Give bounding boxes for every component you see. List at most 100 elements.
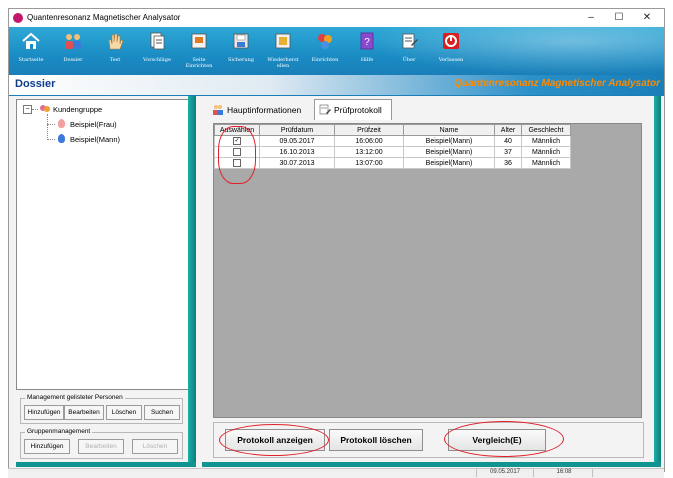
- protocol-icon: [319, 104, 331, 115]
- section-header: Dossier Quantenresonanz Magnetischer Ana…: [9, 75, 664, 96]
- toolbar-test[interactable]: Test: [97, 29, 133, 73]
- toolbar-label: Dossier: [63, 57, 83, 63]
- column-header[interactable]: Prüfzeit: [334, 124, 404, 136]
- toolbar-hilfe[interactable]: ? Hilfe: [349, 29, 385, 73]
- toolbar-label: Test: [109, 57, 121, 63]
- add-person-button[interactable]: Hinzufügen: [24, 405, 64, 420]
- toolbar-verlassen[interactable]: Verlassen: [433, 29, 469, 73]
- toolbar-label: Hilfe: [360, 57, 374, 63]
- toolbar-startseite[interactable]: Startseite: [13, 29, 49, 73]
- maximize-button[interactable]: ☐: [605, 10, 633, 26]
- protocol-table: Auswählen Prüfdatum Prüfzeit Name Alter …: [214, 124, 571, 169]
- toolbar-label: Wiederherst ellen: [267, 57, 299, 69]
- status-date: 09.05.2017: [476, 469, 534, 477]
- home-icon: [22, 32, 40, 49]
- male-icon: [58, 134, 65, 143]
- document-icon: [150, 32, 165, 50]
- people-icon: [65, 34, 81, 49]
- help-icon: ?: [360, 32, 374, 50]
- settings-icon: [318, 34, 332, 49]
- cell-name: Beispiel(Mann): [403, 135, 495, 147]
- annotation-circle: [444, 421, 564, 457]
- app-logo-icon: [13, 13, 23, 23]
- cell-gender: Männlich: [521, 135, 571, 147]
- cell-time: 13:07:00: [334, 157, 404, 169]
- table-row[interactable]: ✓ 09.05.2017 16:06:00 Beispiel(Mann) 40 …: [214, 135, 571, 147]
- tab-label: Hauptinformationen: [227, 105, 302, 115]
- close-button[interactable]: ✕: [633, 10, 661, 26]
- power-icon: [443, 33, 459, 49]
- column-header[interactable]: Geschlecht: [521, 124, 571, 136]
- left-pane-border: [188, 96, 196, 466]
- edit-person-button[interactable]: Bearbeiten: [64, 405, 104, 420]
- tab-hauptinformationen[interactable]: Hauptinformationen: [212, 100, 312, 120]
- brand-text: Quantenresonanz Magnetischer Analysator: [454, 78, 660, 89]
- delete-person-button[interactable]: Löschen: [106, 405, 142, 420]
- delete-protocol-button[interactable]: Protokoll löschen: [329, 429, 423, 451]
- svg-text:?: ?: [364, 37, 370, 48]
- right-pane-bottom-border: [202, 462, 661, 467]
- table-row[interactable]: 30.07.2013 13:07:00 Beispiel(Mann) 36 Mä…: [214, 157, 571, 169]
- group-icon: [40, 105, 50, 112]
- column-header[interactable]: Prüfdatum: [259, 124, 335, 136]
- annotation-circle: [219, 424, 329, 456]
- tree-item-mann[interactable]: Beispiel(Mann): [70, 135, 120, 144]
- add-group-button[interactable]: Hinzufügen: [24, 439, 70, 454]
- cell-name: Beispiel(Mann): [403, 146, 495, 158]
- group-title: Management gelisteter Personen: [25, 394, 125, 401]
- title-bar: Quantenresonanz Magnetischer Analysator …: [9, 9, 664, 27]
- annotation-circle: [218, 126, 256, 184]
- window-title: Quantenresonanz Magnetischer Analysator: [27, 13, 181, 22]
- group-title: Gruppenmanagement: [25, 428, 93, 435]
- toolbar-label: Seite Einrichten: [185, 57, 213, 69]
- cell-time: 13:12:00: [334, 146, 404, 158]
- page-title: Dossier: [15, 78, 56, 90]
- left-pane-bottom-border: [16, 462, 196, 467]
- cell-age: 37: [494, 146, 522, 158]
- table-row[interactable]: 16.10.2013 13:12:00 Beispiel(Mann) 37 Mä…: [214, 146, 571, 158]
- customer-tree[interactable]: − Kundengruppe Beispiel(Frau) Beispiel(M…: [16, 99, 189, 390]
- toolbar-label: Startseite: [18, 57, 44, 63]
- right-pane-border: [654, 96, 661, 466]
- about-icon: [402, 33, 418, 49]
- toolbar-wiederherstellen[interactable]: Wiederherst ellen: [265, 29, 301, 73]
- cell-age: 40: [494, 135, 522, 147]
- cell-name: Beispiel(Mann): [403, 157, 495, 169]
- people-icon: [213, 105, 223, 115]
- delete-group-button[interactable]: Löschen: [132, 439, 178, 454]
- collapse-icon[interactable]: −: [23, 105, 32, 114]
- backup-icon: [233, 33, 249, 49]
- restore-icon: [275, 33, 291, 49]
- toolbar-label: Einrichten: [311, 57, 339, 63]
- cell-date: 16.10.2013: [259, 146, 335, 158]
- hand-icon: [108, 33, 124, 50]
- search-person-button[interactable]: Suchen: [144, 405, 180, 420]
- table-header-row: Auswählen Prüfdatum Prüfzeit Name Alter …: [214, 124, 571, 136]
- toolbar-label: Verlassen: [438, 57, 464, 63]
- cell-age: 36: [494, 157, 522, 169]
- column-header[interactable]: Name: [403, 124, 495, 136]
- female-icon: [58, 119, 65, 128]
- tab-pruefprotokoll[interactable]: Prüfprotokoll: [314, 99, 392, 120]
- column-header[interactable]: Alter: [494, 124, 522, 136]
- cell-gender: Männlich: [521, 157, 571, 169]
- cell-time: 16:06:00: [334, 135, 404, 147]
- toolbar-vorschlaege[interactable]: Vorschläge: [139, 29, 175, 73]
- toolbar-label: Über: [402, 57, 416, 63]
- tree-root-label[interactable]: Kundengruppe: [53, 105, 102, 114]
- minimize-button[interactable]: –: [577, 10, 605, 26]
- toolbar-sicherung[interactable]: Sicherung: [223, 29, 259, 73]
- cell-date: 09.05.2017: [259, 135, 335, 147]
- main-toolbar: Startseite Dossier Test Vorschläge Seite…: [9, 27, 664, 75]
- toolbar-label: Vorschläge: [143, 57, 171, 63]
- tab-label: Prüfprotokoll: [334, 105, 382, 115]
- toolbar-ueber[interactable]: Über: [391, 29, 427, 73]
- tree-item-frau[interactable]: Beispiel(Frau): [70, 120, 117, 129]
- cell-gender: Männlich: [521, 146, 571, 158]
- status-time: 16:08: [536, 469, 593, 477]
- toolbar-einrichten[interactable]: Einrichten: [307, 29, 343, 73]
- toolbar-label: Sicherung: [227, 57, 255, 63]
- toolbar-dossier[interactable]: Dossier: [55, 29, 91, 73]
- edit-group-button[interactable]: Bearbeiten: [78, 439, 124, 454]
- toolbar-seite-einrichten[interactable]: Seite Einrichten: [181, 29, 217, 73]
